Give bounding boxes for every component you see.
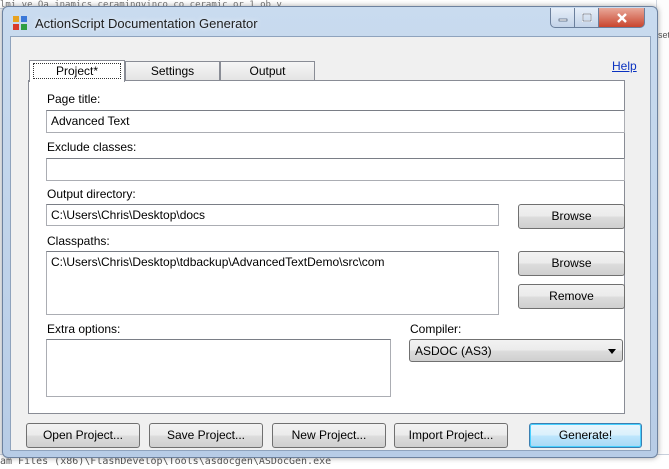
generate-button[interactable]: Generate! bbox=[529, 423, 642, 448]
import-project-button[interactable]: Import Project... bbox=[394, 423, 508, 448]
chevron-down-icon bbox=[608, 349, 616, 354]
tab-settings-label: Settings bbox=[150, 64, 195, 78]
maximize-icon bbox=[582, 12, 592, 22]
tab-output[interactable]: Output bbox=[220, 61, 315, 81]
background-right-text: setting bbox=[658, 30, 669, 40]
tab-project[interactable]: Project* bbox=[29, 60, 125, 82]
output-directory-input[interactable]: C:\Users\Chris\Desktop\docs bbox=[46, 204, 499, 226]
tab-output-label: Output bbox=[249, 64, 286, 78]
exclude-classes-label: Exclude classes: bbox=[47, 140, 137, 154]
page-title-input[interactable]: Advanced Text bbox=[46, 110, 625, 133]
compiler-select[interactable]: ASDOC (AS3) bbox=[409, 339, 623, 362]
output-directory-label: Output directory: bbox=[47, 187, 136, 201]
asdoc-generator-window: ActionScript Documentation Generator Pro… bbox=[2, 6, 658, 458]
help-link[interactable]: Help bbox=[612, 59, 637, 73]
classpaths-label: Classpaths: bbox=[47, 234, 110, 248]
dialog-client-area: Project* Settings Output Help Page title… bbox=[10, 36, 651, 451]
tab-settings[interactable]: Settings bbox=[125, 61, 220, 81]
open-project-button[interactable]: Open Project... bbox=[26, 423, 140, 448]
window-title: ActionScript Documentation Generator bbox=[35, 16, 258, 31]
extra-options-label: Extra options: bbox=[47, 322, 121, 336]
output-browse-button[interactable]: Browse bbox=[518, 204, 625, 229]
tab-project-label: Project* bbox=[32, 63, 122, 79]
compiler-selected-value: ASDOC (AS3) bbox=[415, 344, 492, 358]
extra-options-input[interactable] bbox=[46, 339, 391, 397]
maximize-button[interactable] bbox=[574, 8, 600, 28]
title-bar[interactable]: ActionScript Documentation Generator bbox=[3, 7, 657, 37]
classpath-item[interactable]: C:\Users\Chris\Desktop\tdbackup\Advanced… bbox=[51, 255, 494, 269]
exclude-classes-input[interactable] bbox=[46, 158, 625, 181]
close-icon bbox=[616, 12, 627, 23]
page-title-label: Page title: bbox=[47, 92, 101, 106]
remove-classpath-button[interactable]: Remove bbox=[518, 284, 625, 309]
new-project-button[interactable]: New Project... bbox=[272, 423, 386, 448]
compiler-label: Compiler: bbox=[410, 322, 462, 336]
minimize-icon bbox=[558, 18, 568, 21]
classpaths-browse-button[interactable]: Browse bbox=[518, 251, 625, 276]
close-button[interactable] bbox=[598, 8, 645, 28]
minimize-button[interactable] bbox=[550, 8, 576, 28]
app-icon bbox=[13, 16, 27, 30]
classpaths-list[interactable]: C:\Users\Chris\Desktop\tdbackup\Advanced… bbox=[46, 251, 499, 315]
project-tab-panel: Page title: Advanced Text Exclude classe… bbox=[28, 80, 625, 414]
save-project-button[interactable]: Save Project... bbox=[149, 423, 263, 448]
